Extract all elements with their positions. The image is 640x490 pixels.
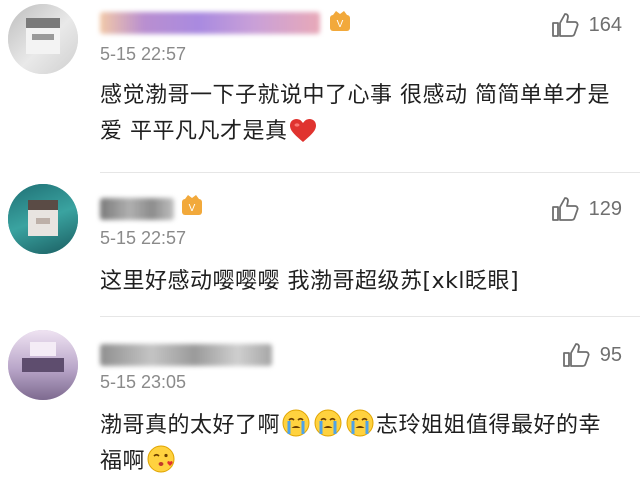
svg-text:V: V [189,203,196,214]
crying-face-icon [314,409,342,437]
comment-item: 5-15 23:05 95 渤哥真的太好了啊 志玲姐姐值得最好的幸福啊 [0,320,640,490]
vip-badge-icon: V [182,195,202,215]
timestamp: 5-15 23:05 [100,372,187,392]
crying-face-icon [346,409,374,437]
comment-text: 这里好感动嘤嘤嘤 我渤哥超级苏[xkl眨眼] [100,264,616,300]
crying-face-icon [282,409,310,437]
divider [100,172,640,173]
username[interactable] [100,12,320,34]
like-button[interactable]: 95 [562,342,622,368]
kissing-face-icon [147,445,175,473]
comment-text-content: 感觉渤哥一下子就说中了心事 很感动 简简单单才是爱 平平凡凡才是真 [100,83,610,144]
thumbs-up-icon [562,343,590,367]
heart-icon [289,119,316,142]
avatar[interactable] [8,184,78,254]
like-button[interactable]: 164 [551,12,622,38]
thumbs-up-icon [551,13,579,37]
comment-text-content: 渤哥真的太好了啊 [100,413,281,438]
like-button[interactable]: 129 [551,196,622,222]
comment-text-content: 这里好感动嘤嘤嘤 我渤哥超级苏 [100,269,423,294]
avatar[interactable] [8,330,78,400]
vip-badge-icon: V [330,11,350,31]
emoticon-code: [xkl眨眼] [422,269,520,294]
like-count: 95 [599,343,622,366]
comment-text: 感觉渤哥一下子就说中了心事 很感动 简简单单才是爱 平平凡凡才是真 [100,78,616,150]
username[interactable] [100,198,174,220]
thumbs-up-icon [551,197,579,221]
svg-text:V: V [337,19,344,30]
timestamp: 5-15 22:57 [100,228,187,248]
divider [100,316,640,317]
like-count: 129 [588,197,622,220]
like-count: 164 [588,13,622,36]
comment-item: V 5-15 22:57 164 感觉渤哥一下子就说中了心事 很感动 简简单单才… [0,0,640,168]
comment-item: V 5-15 22:57 129 这里好感动嘤嘤嘤 我渤哥超级苏[xkl眨眼] [0,176,640,314]
comment-text: 渤哥真的太好了啊 志玲姐姐值得最好的幸福啊 [100,408,616,480]
avatar[interactable] [8,4,78,74]
username[interactable] [100,344,272,366]
timestamp: 5-15 22:57 [100,44,187,64]
